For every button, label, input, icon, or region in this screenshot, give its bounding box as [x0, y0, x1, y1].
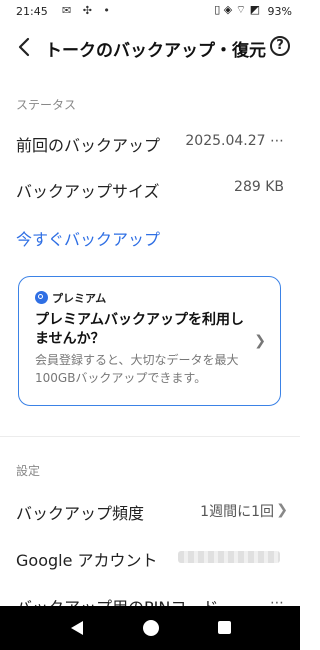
status-bar: 21:45 ✉ ✣ • ▯ ◈ ⌔ ◩ 93%: [0, 0, 300, 24]
last-backup-row: 前回のバックアップ 2025.04.27 ⋯: [0, 122, 300, 162]
google-account-row[interactable]: Google アカウント: [0, 537, 300, 577]
promo-title: プレミアムバックアップを利用しませんか？: [35, 312, 245, 347]
status-time: 21:45: [16, 5, 48, 18]
backup-frequency-row[interactable]: バックアップ頻度 1週間に1回 ❯: [0, 490, 300, 530]
system-navigation-bar: [0, 606, 300, 650]
backup-frequency-value: 1週間に1回: [200, 504, 274, 520]
premium-icon: [35, 291, 48, 304]
nav-home-icon[interactable]: [143, 620, 159, 636]
nav-recents-icon[interactable]: [218, 621, 231, 634]
backup-frequency-label: バックアップ頻度: [16, 504, 145, 523]
nav-back-icon[interactable]: [68, 619, 86, 637]
back-arrow-icon: [18, 37, 30, 57]
back-button[interactable]: [12, 34, 38, 60]
settings-section-label: 設定: [16, 464, 41, 478]
page-title: トークのバックアップ・復元: [45, 41, 266, 61]
signal-icons: ▯ ◈ ⌔ ◩: [214, 3, 260, 16]
chevron-right-icon: ❯: [276, 502, 288, 518]
backup-size-value: 289 KB: [234, 179, 284, 195]
backup-now-link[interactable]: 今すぐバックアップ: [16, 226, 160, 250]
app-header: トークのバックアップ・復元 ?: [0, 26, 300, 70]
help-button[interactable]: ?: [270, 36, 290, 56]
promo-description: 会員登録すると、大切なデータを最大100GBバックアップできます。: [35, 353, 239, 385]
chevron-right-icon: ❯: [254, 333, 266, 349]
backup-size-row: バックアップサイズ 289 KB: [0, 168, 300, 208]
account-email-redacted: [178, 551, 280, 563]
backup-size-label: バックアップサイズ: [16, 182, 160, 201]
last-backup-value: 2025.04.27 ⋯: [185, 133, 284, 149]
status-section-label: ステータス: [16, 98, 77, 112]
notification-icons: ✉ ✣ •: [62, 4, 114, 17]
premium-badge-label: プレミアム: [52, 292, 107, 305]
google-account-label: Google アカウント: [16, 551, 158, 570]
last-backup-label: 前回のバックアップ: [16, 136, 161, 155]
section-divider: [0, 436, 300, 437]
battery-level: 93%: [267, 5, 292, 18]
premium-promo-card[interactable]: プレミアム プレミアムバックアップを利用しませんか？ 会員登録すると、大切なデー…: [18, 276, 281, 406]
